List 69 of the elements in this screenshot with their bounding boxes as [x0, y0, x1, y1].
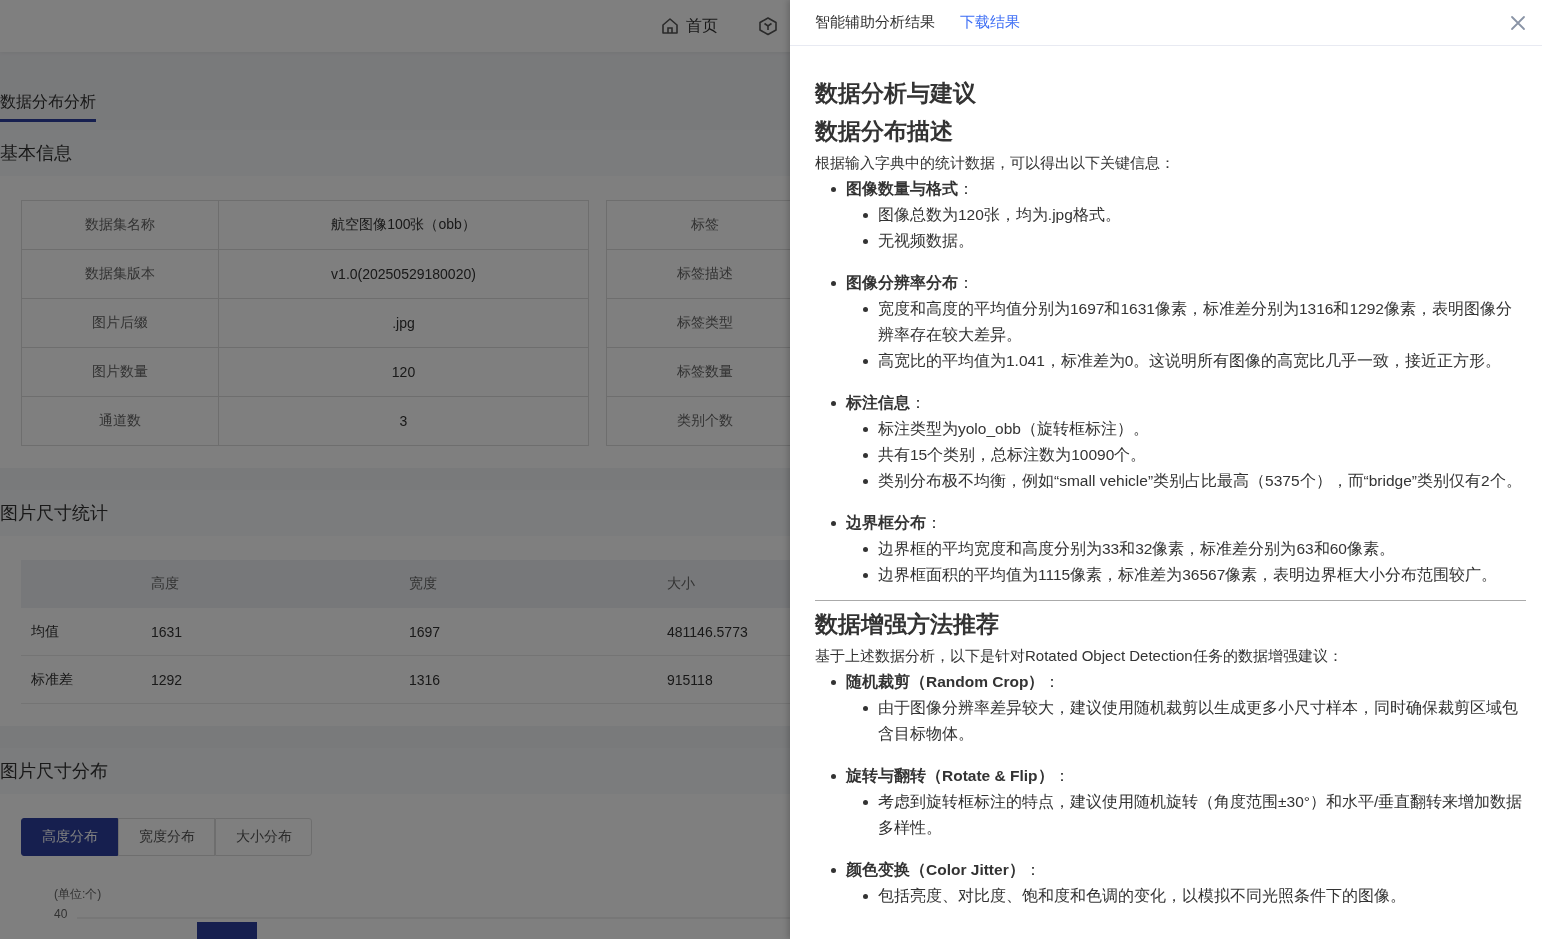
bullet-icon: [863, 453, 868, 458]
drawer-title: 智能辅助分析结果: [815, 13, 935, 32]
table-cell: 标准差: [21, 655, 151, 704]
bullet-icon: [863, 479, 868, 484]
close-button[interactable]: [1510, 14, 1526, 31]
download-link[interactable]: 下载结果: [960, 13, 1020, 32]
table-cell: 1292: [151, 655, 409, 704]
table-cell: 数据集名称: [21, 200, 219, 250]
bullet-icon: [863, 239, 868, 244]
list-item-text: 宽度和高度的平均值分别为1697和1631像素，标准差分别为1316和1292像素，表明图像分辨率存在较大差异。: [878, 299, 1513, 345]
list-item-text: 旋转与翻转（Rotate & Flip）：: [846, 766, 1070, 786]
table-cell: 120: [218, 347, 589, 397]
axis-unit-label: (单位:个): [54, 886, 102, 903]
list-item-text: 图像总数为120张，均为.jpg格式。: [878, 205, 1121, 225]
bullet-icon: [831, 774, 836, 779]
table-cell: .jpg: [218, 298, 589, 348]
table-cell: 1697: [409, 608, 667, 656]
chart-tab[interactable]: 大小分布: [215, 818, 312, 856]
table-cell: 1631: [151, 608, 409, 656]
bullet-icon: [863, 307, 868, 312]
list-item-text: 高宽比的平均值为1.041，标准差为0。这说明所有图像的高宽比几乎一致，接近正方形。: [878, 351, 1502, 371]
close-icon: [1510, 14, 1526, 31]
list-item-text: 标注信息：: [846, 393, 926, 413]
list-item-text: 无视频数据。: [878, 231, 974, 251]
axis-tick-label: 40: [54, 907, 68, 921]
bullet-icon: [863, 427, 868, 432]
table-cell: 3: [218, 396, 589, 446]
bullet-icon: [863, 547, 868, 552]
list-item-text: 边界框的平均宽度和高度分别为33和32像素，标准差分别为63和60像素。: [878, 539, 1395, 559]
column-header: 高度: [151, 560, 409, 608]
bullet-icon: [831, 521, 836, 526]
table-cell: 数据集版本: [21, 249, 219, 299]
bullet-icon: [863, 800, 868, 805]
table-cell: 航空图像100张（obb）: [218, 200, 589, 250]
table-cell: 图片后缀: [21, 298, 219, 348]
chart-tab[interactable]: 高度分布: [21, 818, 118, 856]
bullet-icon: [831, 401, 836, 406]
cube-icon[interactable]: [758, 16, 778, 36]
list-item-text: 考虑到旋转框标注的特点，建议使用随机旋转（角度范围±30°）和水平/垂直翻转来增加数据多样性。: [878, 792, 1524, 838]
tab[interactable]: 数据分布分析: [0, 92, 96, 122]
home-icon: [660, 16, 680, 36]
paragraph: 根据输入字典中的统计数据，可以得出以下关键信息：: [815, 153, 1176, 173]
bullet-icon: [831, 187, 836, 192]
bullet-icon: [863, 573, 868, 578]
bullet-icon: [831, 868, 836, 873]
bullet-icon: [863, 359, 868, 364]
table-cell: v1.0(20250529180020): [218, 249, 589, 299]
list-item-text: 图像分辨率分布：: [846, 273, 974, 293]
column-header: 宽度: [409, 560, 667, 608]
list-item-text: 共有15个类别，总标注数为10090个。: [878, 445, 1147, 465]
table-cell: 通道数: [21, 396, 219, 446]
chart-tab[interactable]: 宽度分布: [118, 818, 215, 856]
list-item-text: 标注类型为yolo_obb（旋转框标注）。: [878, 419, 1149, 439]
table-cell: 均值: [21, 608, 151, 656]
list-item-text: 包括亮度、对比度、饱和度和色调的变化，以模拟不同光照条件下的图像。: [878, 886, 1406, 906]
list-item-text: 边界框分布：: [846, 513, 942, 533]
bullet-icon: [863, 894, 868, 899]
list-item-text: 类别分布极不均衡，例如“small vehicle”类别占比最高（5375个），而“bridge”类别仅有2个。: [878, 471, 1522, 491]
report-heading: 数据分析与建议: [815, 79, 977, 108]
bullet-icon: [831, 680, 836, 685]
nav-link[interactable]: 首页: [660, 15, 718, 37]
chart-bar: [197, 922, 257, 939]
bullet-icon: [863, 213, 868, 218]
list-item-text: 图像数量与格式：: [846, 179, 974, 199]
bullet-icon: [831, 281, 836, 286]
list-item-text: 颜色变换（Color Jitter）：: [846, 860, 1041, 880]
table-cell: 1316: [409, 655, 667, 704]
bullet-icon: [863, 706, 868, 711]
table-cell: 图片数量: [21, 347, 219, 397]
